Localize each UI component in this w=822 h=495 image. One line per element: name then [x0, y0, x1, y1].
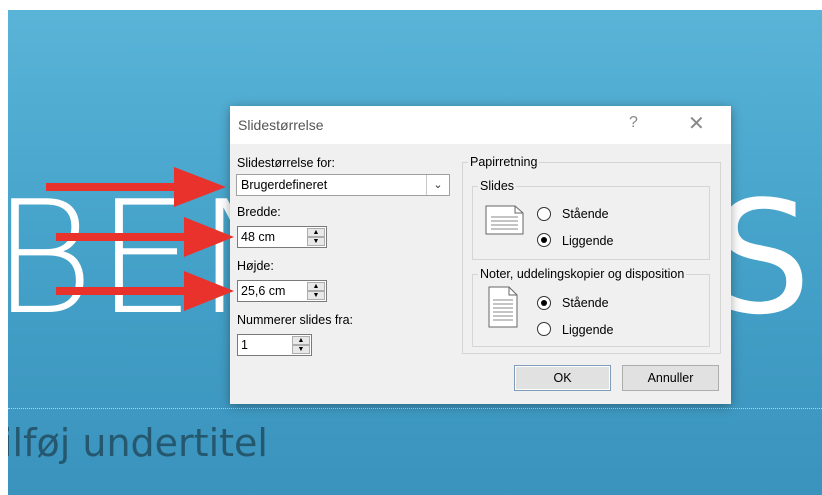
- size-for-select[interactable]: Brugerdefineret ⌄: [236, 174, 450, 196]
- width-stepper[interactable]: 48 cm ▲ ▼: [237, 226, 327, 248]
- chevron-down-icon[interactable]: ⌄: [426, 175, 449, 195]
- ok-button[interactable]: OK: [514, 365, 611, 391]
- slides-portrait-label[interactable]: Stående: [562, 207, 609, 221]
- height-value[interactable]: 25,6 cm: [241, 284, 285, 298]
- help-icon[interactable]: ?: [629, 114, 638, 132]
- slide-divider: [8, 408, 822, 409]
- dialog-title: Slidestørrelse: [238, 117, 324, 133]
- notes-portrait-radio[interactable]: [537, 296, 551, 310]
- height-stepper[interactable]: 25,6 cm ▲ ▼: [237, 280, 327, 302]
- orientation-label: Papirretning: [468, 155, 540, 169]
- slide-size-dialog: Slidestørrelse ? ✕ Slidestørrelse for: B…: [230, 106, 731, 404]
- notes-landscape-radio[interactable]: [537, 322, 551, 336]
- number-from-value[interactable]: 1: [241, 338, 248, 352]
- number-from-stepper[interactable]: 1 ▲ ▼: [237, 334, 312, 356]
- slides-portrait-radio[interactable]: [537, 207, 551, 221]
- height-label: Højde:: [237, 259, 274, 273]
- height-up-button[interactable]: ▲: [307, 282, 325, 291]
- width-label: Bredde:: [237, 205, 281, 219]
- width-up-button[interactable]: ▲: [307, 228, 325, 237]
- number-up-button[interactable]: ▲: [292, 336, 310, 345]
- slides-group-label: Slides: [478, 179, 517, 193]
- slide-subtitle: ilføj undertitel: [8, 421, 268, 465]
- notes-landscape-label[interactable]: Liggende: [562, 323, 613, 337]
- width-value[interactable]: 48 cm: [241, 230, 275, 244]
- number-from-label: Nummerer slides fra:: [237, 313, 353, 327]
- size-for-label: Slidestørrelse for:: [237, 156, 335, 170]
- width-down-button[interactable]: ▼: [307, 237, 325, 246]
- dialog-titlebar: Slidestørrelse ? ✕: [230, 106, 731, 144]
- red-arrows: [46, 167, 234, 311]
- slides-landscape-radio[interactable]: [537, 233, 551, 247]
- landscape-page-icon: [485, 205, 524, 235]
- portrait-page-icon: [488, 286, 518, 328]
- notes-group-label: Noter, uddelingskopier og disposition: [478, 267, 687, 281]
- close-icon[interactable]: ✕: [688, 111, 705, 136]
- height-down-button[interactable]: ▼: [307, 291, 325, 300]
- notes-portrait-label[interactable]: Stående: [562, 296, 609, 310]
- cancel-button[interactable]: Annuller: [622, 365, 719, 391]
- number-down-button[interactable]: ▼: [292, 345, 310, 354]
- size-for-value: Brugerdefineret: [241, 178, 328, 192]
- slides-landscape-label[interactable]: Liggende: [562, 234, 613, 248]
